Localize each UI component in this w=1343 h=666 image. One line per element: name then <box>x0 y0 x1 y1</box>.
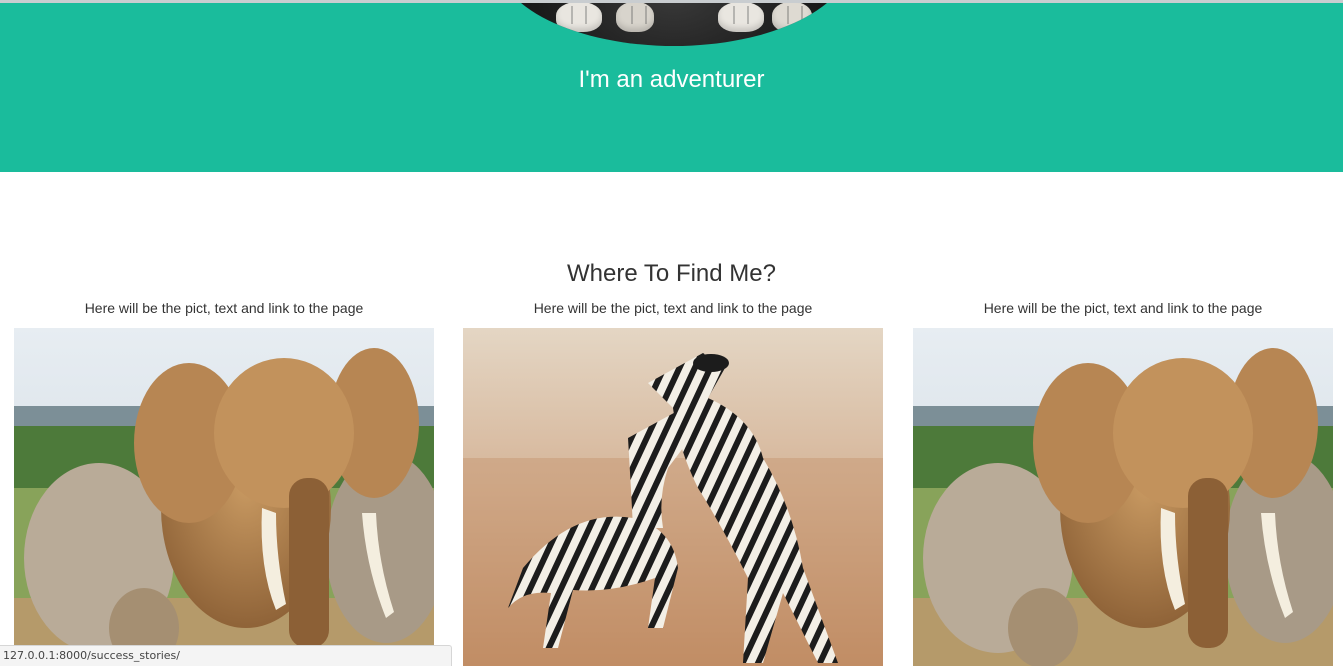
elephant-photo[interactable] <box>14 328 434 666</box>
cat-paw <box>616 3 654 32</box>
card-caption: Here will be the pict, text and link to … <box>983 300 1263 316</box>
avatar-cat-photo <box>496 3 852 46</box>
location-card: Here will be the pict, text and link to … <box>14 299 434 666</box>
hero-title: I'm an adventurer <box>578 66 765 93</box>
browser-status-url: 127.0.0.1:8000/success_stories/ <box>0 645 452 666</box>
hero-banner: I'm an adventurer <box>0 3 1343 172</box>
card-caption: Here will be the pict, text and link to … <box>533 300 813 316</box>
cat-paw <box>772 3 812 32</box>
cat-paw <box>718 3 764 32</box>
elephant-photo[interactable] <box>913 328 1333 666</box>
card-caption: Here will be the pict, text and link to … <box>84 300 364 316</box>
section-title: Where To Find Me? <box>567 260 776 287</box>
location-card: Here will be the pict, text and link to … <box>913 299 1333 666</box>
location-card: Here will be the pict, text and link to … <box>463 299 883 666</box>
zebras-photo[interactable] <box>463 328 883 666</box>
cat-paw <box>556 3 602 32</box>
